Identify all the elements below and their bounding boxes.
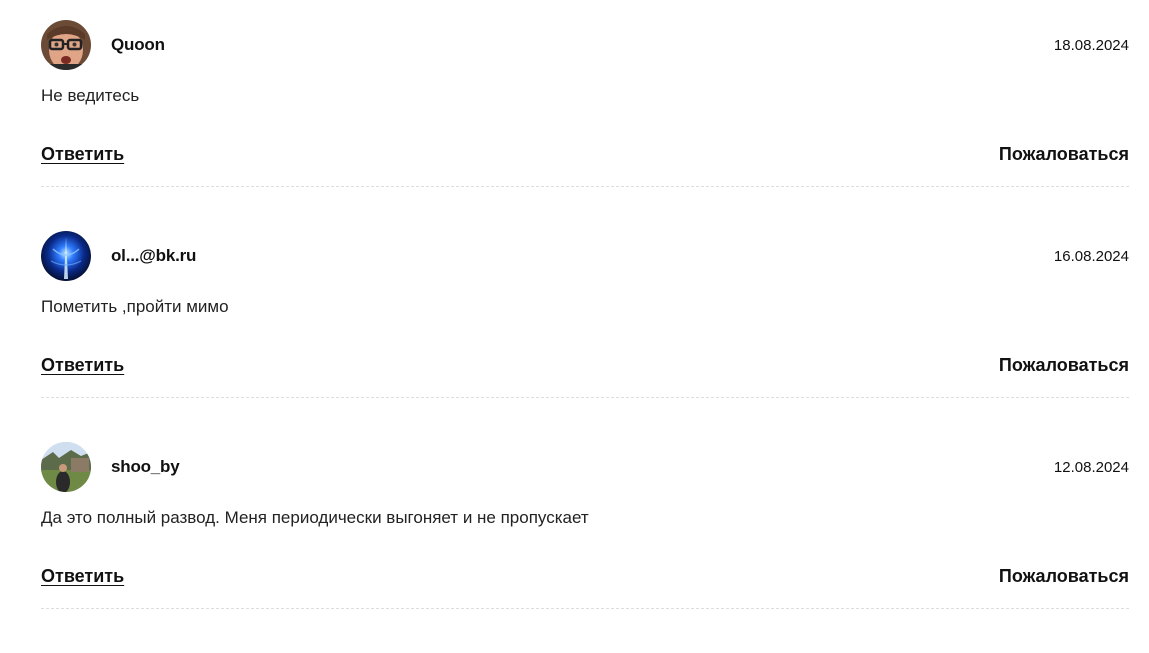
reply-button[interactable]: Ответить (41, 144, 124, 165)
comment-date: 16.08.2024 (1053, 248, 1129, 265)
divider (41, 186, 1129, 187)
comment-item: shoo_by 12.08.2024 Да это полный развод.… (41, 442, 1129, 653)
comment-header: Quoon 18.08.2024 (41, 20, 1129, 71)
reply-button[interactable]: Ответить (41, 355, 124, 376)
avatar[interactable] (41, 442, 91, 492)
report-button[interactable]: Пожаловаться (999, 144, 1129, 165)
comment-text: Пометить ,пройти мимо (41, 297, 229, 316)
comment-text: Не ведитесь (41, 86, 140, 105)
divider (41, 608, 1129, 609)
comment-actions: Ответить Пожаловаться (41, 566, 1129, 590)
comment-item: Quoon 18.08.2024 Не ведитесь Ответить По… (41, 20, 1129, 231)
comment-date: 18.08.2024 (1053, 37, 1129, 54)
comment-header: ol...@bk.ru 16.08.2024 (41, 231, 1129, 282)
comment-author[interactable]: ol...@bk.ru (111, 246, 196, 266)
comment-date: 12.08.2024 (1053, 459, 1129, 476)
avatar[interactable] (41, 231, 91, 281)
comment-author[interactable]: shoo_by (111, 457, 180, 477)
avatar-image (41, 20, 91, 70)
comment-item: ol...@bk.ru 16.08.2024 Пометить ,пройти … (41, 231, 1129, 442)
comment-header: shoo_by 12.08.2024 (41, 442, 1129, 493)
comment-actions: Ответить Пожаловаться (41, 144, 1129, 168)
divider (41, 397, 1129, 398)
avatar-image (41, 442, 91, 492)
report-button[interactable]: Пожаловаться (999, 566, 1129, 587)
reply-button[interactable]: Ответить (41, 566, 124, 587)
avatar[interactable] (41, 20, 91, 70)
comment-actions: Ответить Пожаловаться (41, 355, 1129, 379)
comments-list: Quoon 18.08.2024 Не ведитесь Ответить По… (41, 20, 1129, 653)
comment-author[interactable]: Quoon (111, 35, 165, 55)
comment-text: Да это полный развод. Меня периодически … (41, 508, 589, 527)
avatar-image (41, 231, 91, 281)
report-button[interactable]: Пожаловаться (999, 355, 1129, 376)
